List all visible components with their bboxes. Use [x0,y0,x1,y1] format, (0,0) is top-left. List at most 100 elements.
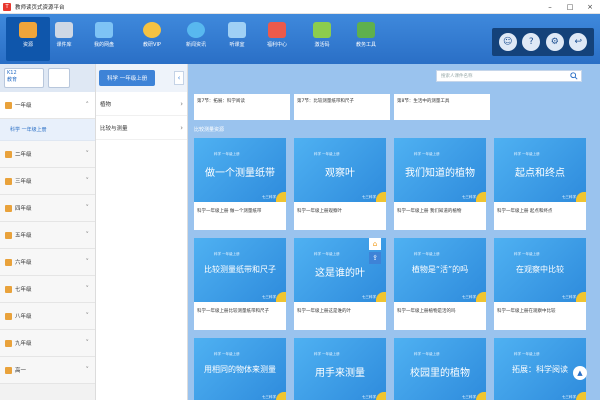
minimize-button[interactable]: – [540,0,560,14]
card-thumbnail: 科学 一年级上册 比较测量纸带和尺子 七三科学 [194,238,286,302]
unit-panel-title: 科学 一年级上册 [99,70,156,86]
grade-icon [5,258,12,266]
unit-item-plants[interactable]: 植物 › [96,92,187,116]
lesson-row-item[interactable]: 第7节：拓展：科学阅读 [194,94,290,120]
search-icon[interactable] [570,72,578,80]
grade-item-2[interactable]: 二年级 ˅ [0,141,95,168]
grade-icon [5,204,12,212]
toolbar-courseware[interactable]: 课件库 [42,17,86,61]
chevron-down-icon: ˅ [85,258,90,266]
card-thumbnail: 科学 一年级上册 用相同的物体来测量 七三科学 [194,338,286,400]
user-icon[interactable]: ☺ [498,33,517,51]
courseware-icon [55,22,73,38]
resource-card[interactable]: 科学 一年级上册 观察叶 七三科学 科学一年级上册观察叶 [294,138,386,230]
resource-card[interactable]: 科学 一年级上册 用手来测量 七三科学 [294,338,386,400]
unit-panel: 科学 一年级上册 ‹ 植物 › 比较与测量 › [96,64,188,400]
resource-card[interactable]: 科学 一年级上册 校园里的植物 七三科学 [394,338,486,400]
chevron-down-icon: ˅ [85,366,90,374]
grade-icon [5,231,12,239]
grade-item-3[interactable]: 三年级 ˅ [0,168,95,195]
classroom-icon [228,22,246,38]
grade-item-4[interactable]: 四年级 ˅ [0,195,95,222]
resource-content: 搜索人课件名称 第7节：拓展：科学阅读 第7节：比较测量纸带和尺子 第8节：生活… [188,64,600,400]
chevron-down-icon: ˅ [85,312,90,320]
grade-item-6[interactable]: 六年级 ˅ [0,249,95,276]
card-thumbnail: 科学 一年级上册 起点和终点 七三科学 [494,138,586,202]
back-arrow-icon[interactable]: ‹ [174,71,184,85]
app-logo-icon: T [3,2,11,11]
toolbar-classroom[interactable]: 听课室 [215,17,259,61]
main-toolbar: 资源 课件库 我的网盘 教研VIP 新闻资讯 听课室 福利中心 激活码 教务工具… [0,14,600,64]
card-thumbnail: 科学 一年级上册 用手来测量 七三科学 [294,338,386,400]
toolbar-vip[interactable]: 教研VIP [130,17,174,61]
resource-card[interactable]: 科学 一年级上册 用相同的物体来测量 七三科学 [194,338,286,400]
section-label: 比较测量资源 [194,127,225,133]
sidebar-header: K12 教育 [0,64,95,92]
vip-icon [143,22,161,38]
chevron-up-icon: ˄ [85,101,90,109]
chevron-right-icon: › [180,123,183,132]
grade-icon [5,177,12,185]
maximize-button[interactable]: □ [560,0,580,14]
toolbar-gift[interactable]: 福利中心 [255,17,299,61]
lesson-row-item[interactable]: 第8节：生活中的测量工具 [394,94,490,120]
resource-card[interactable]: 科学 一年级上册 拓展：科学阅读 七三科学 [494,338,586,400]
grade-subitem[interactable]: 科学 一年级上册 [0,119,95,141]
card-thumbnail: 科学 一年级上册 做一个测量纸带 七三科学 [194,138,286,202]
chart-icon[interactable] [48,68,70,88]
card-thumbnail: 科学 一年级上册 拓展：科学阅读 七三科学 [494,338,586,400]
search-input[interactable]: 搜索人课件名称 [436,70,582,82]
toolbar-cloud-drive[interactable]: 我的网盘 [82,17,126,61]
resource-card[interactable]: 科学 一年级上册 在观察中比较 七三科学 科学一年级上册在观察中比较 [494,238,586,330]
grade-icon [5,150,12,158]
grade-item-7[interactable]: 七年级 ˅ [0,276,95,303]
share-icon[interactable]: ⇪ [369,252,381,264]
resource-card[interactable]: 科学 一年级上册 植物是“活”的吗 七三科学 科学一年级上册植物是活的吗 [394,238,486,330]
resource-card[interactable]: 科学 一年级上册 起点和终点 七三科学 科学一年级上册 起点和终点 [494,138,586,230]
grade-item-9[interactable]: 九年级 ˅ [0,330,95,357]
grade-item-10[interactable]: 高一 ˅ [0,357,95,384]
gift-icon [268,22,286,38]
activation-icon [313,22,331,38]
toolbar-tools[interactable]: 教务工具 [344,17,388,61]
scroll-top-button[interactable]: ▲ [573,366,587,380]
grade-item-5[interactable]: 五年级 ˅ [0,222,95,249]
chevron-down-icon: ˅ [85,231,90,239]
window-controls: – □ × [540,0,600,14]
resource-icon [19,22,37,38]
resource-card[interactable]: 科学 一年级上册 比较测量纸带和尺子 七三科学 科学一年级上册比较测量纸带和尺子 [194,238,286,330]
grade-icon [5,339,12,347]
grade-item-1[interactable]: 一年级 ˄ [0,92,95,119]
chevron-right-icon: › [180,99,183,108]
cloud-drive-icon [95,22,113,38]
title-bar: T 教师读页式资源平台 – □ × [0,0,600,14]
unit-item-measure[interactable]: 比较与测量 › [96,116,187,140]
close-button[interactable]: × [580,0,600,14]
lesson-row-item[interactable]: 第7节：比较测量纸带和尺子 [294,94,390,120]
grade-icon [5,366,12,374]
toolbar-activation[interactable]: 激活码 [300,17,344,61]
unit-panel-header: 科学 一年级上册 ‹ [96,64,187,92]
chevron-down-icon: ˅ [85,150,90,158]
toolbar-right-group: ☺ ? ⚙ ↩ [492,28,594,56]
window-title: 教师读页式资源平台 [15,4,65,11]
k12-button[interactable]: K12 教育 [4,68,44,88]
grade-icon [5,101,12,109]
favorite-icon[interactable]: ⌂ [369,238,381,250]
grade-icon [5,285,12,293]
card-thumbnail: 科学 一年级上册 我们知道的植物 七三科学 [394,138,486,202]
chevron-down-icon: ˅ [85,177,90,185]
card-thumbnail: 科学 一年级上册 校园里的植物 七三科学 [394,338,486,400]
help-icon[interactable]: ? [522,33,541,51]
grade-sidebar: K12 教育 一年级 ˄ 科学 一年级上册 二年级 ˅ 三年级 ˅ 四年级 ˅ 五年级… [0,64,96,400]
logout-icon[interactable]: ↩ [569,33,588,51]
settings-icon[interactable]: ⚙ [545,33,564,51]
resource-card[interactable]: 科学 一年级上册 做一个测量纸带 七三科学 科学一年级上册 做一个测量纸带 [194,138,286,230]
chevron-down-icon: ˅ [85,285,90,293]
card-thumbnail: 科学 一年级上册 观察叶 七三科学 [294,138,386,202]
chevron-down-icon: ˅ [85,339,90,347]
toolbar-news[interactable]: 新闻资讯 [174,17,218,61]
news-icon [187,22,205,38]
resource-card[interactable]: 科学 一年级上册 我们知道的植物 七三科学 科学一年级上册 我们知道的植物 [394,138,486,230]
grade-item-8[interactable]: 八年级 ˅ [0,303,95,330]
